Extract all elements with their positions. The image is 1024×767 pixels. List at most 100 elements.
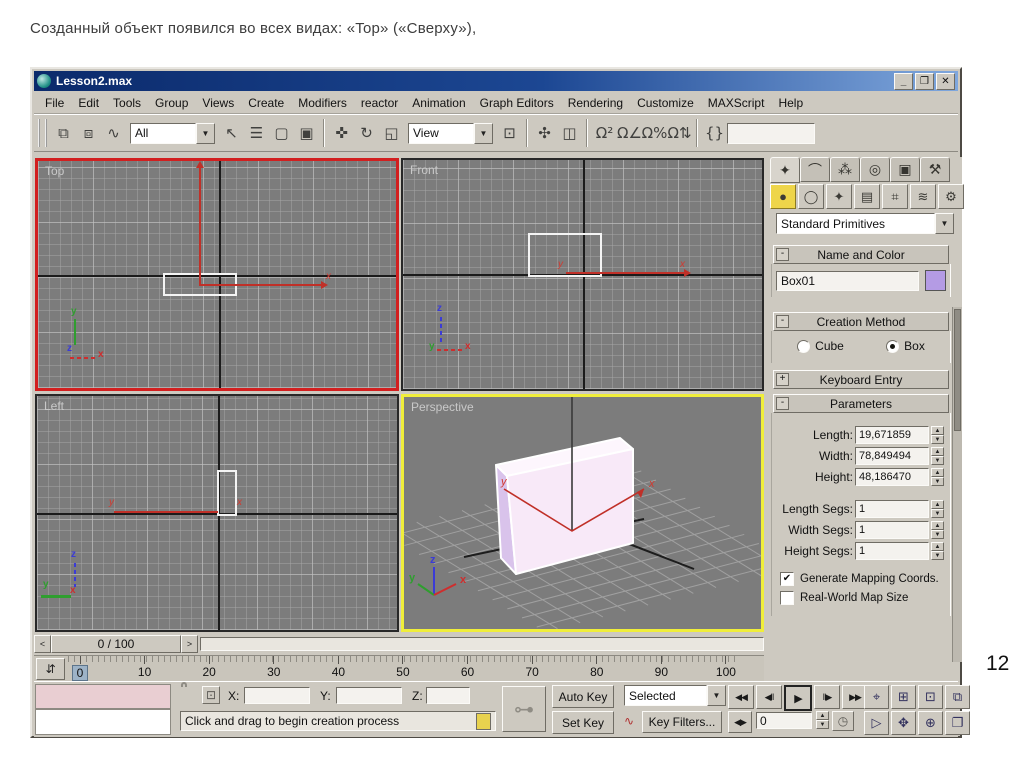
key-mode-toggle-icon[interactable]: ◀▶ <box>728 711 752 733</box>
menu-item-maxscript[interactable]: MAXScript <box>701 94 772 112</box>
parameter-value-field[interactable]: 48,186470 <box>855 468 929 486</box>
object-color-swatch[interactable] <box>925 270 946 291</box>
menu-item-customize[interactable]: Customize <box>630 94 701 112</box>
menu-item-group[interactable]: Group <box>148 94 195 112</box>
spinner-arrows[interactable]: ▲▼ <box>931 521 944 539</box>
new-key-curve-icon[interactable]: ∿ <box>620 712 638 730</box>
min-max-toggle-icon[interactable]: ❐ <box>945 711 970 735</box>
menu-item-views[interactable]: Views <box>195 94 241 112</box>
pan-hand-icon[interactable]: ✥ <box>891 711 916 735</box>
parameter-value-field[interactable]: 1 <box>855 542 929 560</box>
bind-to-space-warp-icon[interactable]: ∿ <box>101 121 126 146</box>
spinner-arrows[interactable]: ▲▼ <box>931 447 944 465</box>
time-slider-next-button[interactable]: > <box>181 635 198 653</box>
timeline-tick-70[interactable]: 70 <box>520 656 544 681</box>
current-frame-field[interactable]: 0 <box>756 712 812 729</box>
select-and-link-icon[interactable]: ⧉ <box>51 121 76 146</box>
maxscript-listener-field[interactable] <box>35 709 171 735</box>
auto-key-button[interactable]: Auto Key <box>552 685 614 708</box>
menu-item-tools[interactable]: Tools <box>106 94 148 112</box>
mirror-icon[interactable]: ◫ <box>557 121 582 146</box>
window-crossing-icon[interactable]: ▣ <box>294 121 319 146</box>
select-and-move-icon[interactable]: ✜ <box>329 121 354 146</box>
timeline-tick-0[interactable]: 0 <box>68 656 92 681</box>
time-slider-prev-button[interactable]: < <box>34 635 51 653</box>
snaps-toggle-icon[interactable]: Ω² <box>592 121 617 146</box>
parameter-value-field[interactable]: 1 <box>855 521 929 539</box>
selection-filter-dropdown[interactable]: All ▼ <box>130 123 215 144</box>
tab-hierarchy-icon[interactable]: ⁂ <box>830 157 860 182</box>
rollout-toggle[interactable]: - <box>776 315 789 328</box>
timeline-tick-10[interactable]: 10 <box>133 656 157 681</box>
timeline-tick-100[interactable]: 100 <box>714 656 738 681</box>
rollout-header[interactable]: + Keyboard Entry <box>773 370 949 389</box>
arc-rotate-icon[interactable]: ⊕ <box>918 711 943 735</box>
set-keys-button[interactable]: ⊶ <box>502 686 546 732</box>
timeline-tick-20[interactable]: 20 <box>197 656 221 681</box>
time-configuration-icon[interactable]: ◷ <box>832 711 854 731</box>
next-frame-icon[interactable]: ‖▶ <box>814 685 840 709</box>
tab-utilities-icon[interactable]: ⚒ <box>920 157 950 182</box>
tab-modify-icon[interactable]: ⌒ <box>800 157 830 182</box>
y-coord-field[interactable] <box>336 687 402 704</box>
viewport-front-label[interactable]: Front <box>410 163 438 177</box>
menu-item-file[interactable]: File <box>38 94 71 112</box>
menu-item-reactor[interactable]: reactor <box>354 94 405 112</box>
viewport-left[interactable]: Left y x z x y <box>35 394 399 632</box>
chevron-down-icon[interactable]: ▼ <box>196 123 215 144</box>
parameter-value-field[interactable]: 1 <box>855 500 929 518</box>
box-wireframe[interactable] <box>528 233 602 277</box>
track-bar[interactable]: ⇵ 0102030405060708090100 <box>34 655 764 682</box>
rect-selection-region-icon[interactable]: ▢ <box>269 121 294 146</box>
panel-scrollbar-thumb[interactable] <box>954 309 961 431</box>
tab-display-icon[interactable]: ▣ <box>890 157 920 182</box>
radio-cube[interactable]: Cube <box>797 339 844 353</box>
category-space-warps-icon[interactable]: ≋ <box>910 184 936 209</box>
category-lights-icon[interactable]: ✦ <box>826 184 852 209</box>
timeline-tick-60[interactable]: 60 <box>456 656 480 681</box>
viewport-top-label[interactable]: Top <box>45 164 64 178</box>
z-coord-field[interactable] <box>426 687 470 704</box>
minimize-button[interactable]: _ <box>894 73 913 90</box>
rollout-header[interactable]: - Creation Method <box>773 312 949 331</box>
box-wireframe[interactable] <box>217 470 237 516</box>
rollout-toggle[interactable]: + <box>776 373 789 386</box>
radio-button[interactable] <box>886 340 899 353</box>
select-and-rotate-icon[interactable]: ↻ <box>354 121 379 146</box>
named-selection-set-field[interactable] <box>727 123 815 144</box>
select-object-icon[interactable]: ↖ <box>219 121 244 146</box>
chevron-down-icon[interactable]: ▼ <box>707 685 726 706</box>
object-name-field[interactable]: Box01 <box>776 271 919 291</box>
named-selection-sets-icon[interactable]: {} <box>702 121 727 146</box>
spinner-arrows[interactable]: ▲▼ <box>931 468 944 486</box>
panel-scrollbar[interactable] <box>952 307 962 662</box>
zoom-extents-all-icon[interactable]: ⧉ <box>945 685 970 709</box>
checkbox[interactable] <box>780 591 794 605</box>
rollout-header[interactable]: - Name and Color <box>773 245 949 264</box>
select-and-scale-icon[interactable]: ◱ <box>379 121 404 146</box>
select-and-manipulate-icon[interactable]: ✣ <box>532 121 557 146</box>
zoom-all-icon[interactable]: ⊞ <box>891 685 916 709</box>
timeline-tick-30[interactable]: 30 <box>262 656 286 681</box>
menu-item-help[interactable]: Help <box>771 94 810 112</box>
selection-lock-toggle[interactable] <box>476 713 491 730</box>
rollout-toggle[interactable]: - <box>776 248 789 261</box>
absolute-offset-toggle-icon[interactable]: ⊡ <box>202 686 220 704</box>
timeline-tick-50[interactable]: 50 <box>391 656 415 681</box>
x-coord-field[interactable] <box>244 687 310 704</box>
toolbar-handle[interactable] <box>38 119 47 147</box>
checkbox[interactable]: ✔ <box>780 572 794 586</box>
play-icon[interactable]: ▶ <box>784 685 812 711</box>
category-shapes-icon[interactable]: ◯ <box>798 184 824 209</box>
zoom-icon[interactable]: ⌖ <box>864 685 889 709</box>
spinner-arrows[interactable]: ▲▼ <box>931 500 944 518</box>
key-filters-button[interactable]: Key Filters... <box>642 711 722 733</box>
tab-motion-icon[interactable]: ◎ <box>860 157 890 182</box>
category-cameras-icon[interactable]: ▤ <box>854 184 880 209</box>
rollout-toggle[interactable]: - <box>776 397 789 410</box>
category-systems-icon[interactable]: ⚙ <box>938 184 964 209</box>
spinner-arrows[interactable]: ▲▼ <box>931 426 944 444</box>
menu-item-rendering[interactable]: Rendering <box>561 94 630 112</box>
restore-button[interactable]: ❐ <box>915 73 934 90</box>
reference-coordinate-dropdown[interactable]: View ▼ <box>408 123 493 144</box>
